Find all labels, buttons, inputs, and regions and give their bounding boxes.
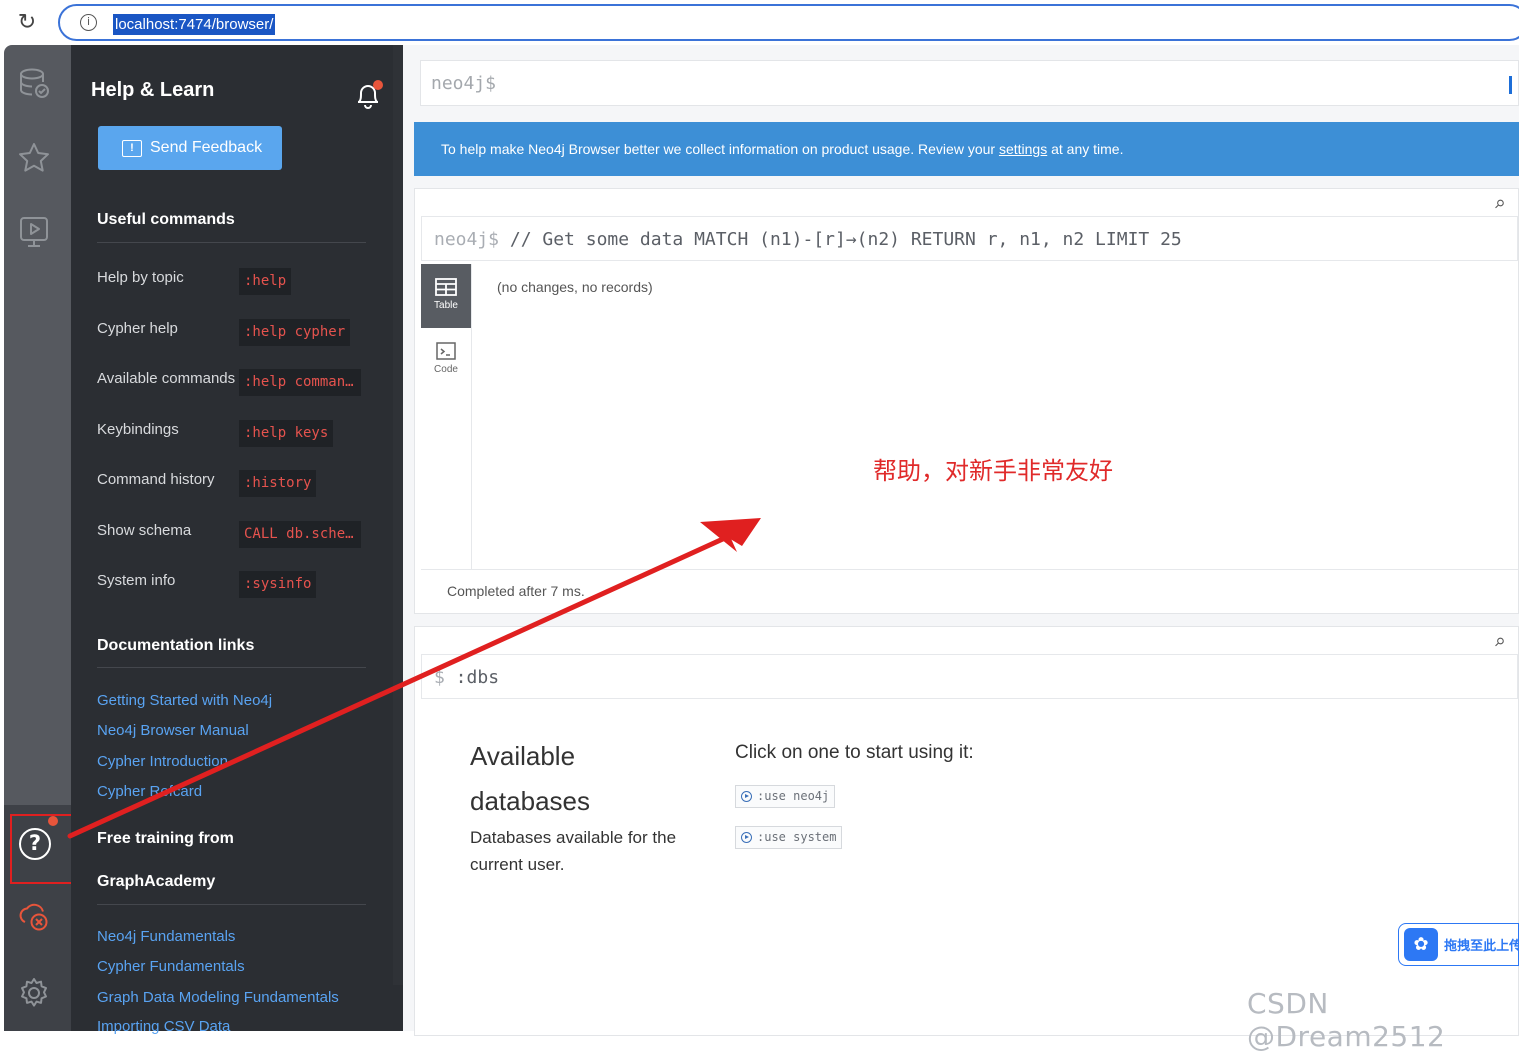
drawer-scrollbar[interactable] — [393, 45, 403, 985]
result-message: (no changes, no records) — [497, 279, 653, 295]
annotation-text: 帮助，对新手非常友好 — [873, 457, 1113, 485]
tab-code[interactable]: Code — [421, 328, 471, 392]
command-label: Keybindings — [97, 421, 179, 438]
databases-title-line2: databases — [470, 786, 590, 816]
tab-table-label: Table — [434, 300, 458, 311]
result-frame: ⚲ neo4j$ // Get some data MATCH (n1)-[r]… — [414, 188, 1519, 614]
training-heading-line1: Free training from — [97, 830, 234, 847]
pin-icon[interactable]: ⚲ — [1492, 196, 1508, 212]
notification-dot — [373, 80, 383, 90]
training-heading-line2: GraphAcademy — [97, 873, 216, 890]
editor-cursor — [1509, 76, 1512, 94]
usage-banner: To help make Neo4j Browser better we col… — [414, 122, 1519, 176]
editor-prompt: neo4j$ — [431, 73, 497, 94]
url-input[interactable]: i localhost:7474/browser/ — [58, 4, 1519, 41]
table-icon — [435, 278, 457, 296]
use-database-button[interactable]: :use system — [735, 826, 843, 849]
settings-gear-icon[interactable] — [17, 976, 51, 1010]
doc-link[interactable]: Getting Started with Neo4j — [97, 692, 272, 709]
annotation-highlight-box — [10, 814, 75, 884]
command-code[interactable]: :sysinfo — [239, 571, 317, 598]
training-link[interactable]: Importing CSV Data — [97, 1018, 230, 1035]
reload-icon[interactable]: ↻ — [14, 10, 40, 36]
cloud-logo-icon: ✿ — [1404, 928, 1439, 961]
frame-command[interactable]: $ :dbs — [421, 654, 1518, 699]
databases-hint: Click on one to start using it: — [735, 742, 974, 763]
query-status: Completed after 7 ms. — [447, 583, 585, 599]
banner-settings-link[interactable]: settings — [999, 141, 1047, 157]
url-text[interactable]: localhost:7474/browser/ — [113, 14, 276, 35]
site-info-icon[interactable]: i — [80, 14, 97, 31]
training-link[interactable]: Neo4j Fundamentals — [97, 928, 235, 945]
guides-monitor-icon[interactable] — [17, 215, 51, 249]
command-label: Show schema — [97, 522, 192, 539]
view-tabs: Table Code — [421, 264, 472, 569]
documentation-links-heading: Documentation links — [97, 637, 255, 654]
banner-text: To help make Neo4j Browser better we col… — [441, 141, 999, 157]
send-feedback-button[interactable]: ! Send Feedback — [98, 126, 282, 170]
command-code[interactable]: :history — [239, 470, 317, 497]
training-link[interactable]: Graph Data Modeling Fundamentals — [97, 989, 339, 1006]
use-database-label: :use system — [757, 830, 837, 844]
doc-link[interactable]: Cypher Refcard — [97, 783, 202, 800]
browser-address-bar: ↻ i localhost:7474/browser/ — [0, 0, 1519, 44]
frame-prompt: neo4j$ — [434, 229, 500, 250]
drawer-title: Help & Learn — [91, 79, 215, 101]
use-database-label: :use neo4j — [757, 789, 830, 803]
banner-text-end: at any time. — [1047, 141, 1124, 157]
frame-prompt: $ — [434, 667, 445, 688]
command-label: Help by topic — [97, 269, 184, 286]
training-link[interactable]: Cypher Fundamentals — [97, 958, 245, 975]
frame-footer-divider — [421, 569, 1518, 570]
doc-link[interactable]: Cypher Introduction — [97, 753, 228, 770]
query-editor[interactable]: neo4j$ — [420, 60, 1519, 106]
useful-commands-heading: Useful commands — [97, 211, 235, 228]
command-code[interactable]: CALL db.sche… — [239, 521, 361, 548]
upload-widget-label: 拖拽至此上传 — [1444, 939, 1518, 954]
feedback-icon: ! — [122, 139, 142, 157]
command-label: System info — [97, 572, 176, 589]
databases-description: Databases available for the current user… — [470, 828, 677, 874]
frame-query: // Get some data MATCH (n1)-[r]→(n2) RET… — [499, 229, 1182, 250]
play-icon — [741, 832, 752, 843]
frame-query: :dbs — [444, 667, 500, 688]
tab-table[interactable]: Table — [421, 264, 471, 328]
use-database-button[interactable]: :use neo4j — [735, 785, 836, 808]
play-icon — [741, 791, 752, 802]
command-code[interactable]: :help cypher — [239, 319, 351, 346]
send-feedback-label: Send Feedback — [150, 139, 263, 156]
databases-title-line1: Available — [470, 741, 576, 771]
command-label: Command history — [97, 471, 215, 488]
tab-code-label: Code — [434, 364, 458, 375]
section-divider — [97, 667, 366, 668]
command-code[interactable]: :help comman… — [239, 369, 361, 396]
section-divider — [97, 242, 366, 243]
favorites-star-icon[interactable] — [17, 141, 51, 175]
command-code[interactable]: :help — [239, 268, 292, 295]
database-icon[interactable] — [17, 66, 51, 100]
command-label: Available commands — [97, 370, 236, 387]
pin-icon[interactable]: ⚲ — [1492, 634, 1508, 650]
command-code[interactable]: :help keys — [239, 420, 334, 447]
upload-widget[interactable]: ✿ 拖拽至此上传 — [1398, 923, 1519, 966]
doc-link[interactable]: Neo4j Browser Manual — [97, 722, 249, 739]
connection-error-icon[interactable] — [17, 900, 51, 934]
code-terminal-icon — [436, 342, 456, 360]
section-divider — [97, 904, 366, 905]
command-label: Cypher help — [97, 320, 178, 337]
watermark: CSDN @Dream2512 — [1247, 987, 1446, 1053]
frame-command[interactable]: neo4j$ // Get some data MATCH (n1)-[r]→(… — [421, 216, 1518, 261]
